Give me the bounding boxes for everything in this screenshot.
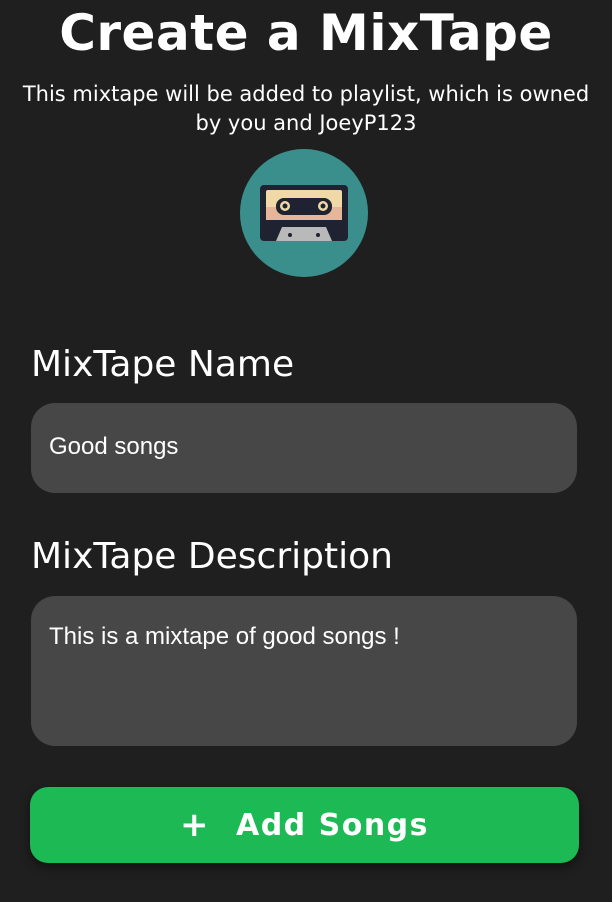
mixtape-description-input[interactable]: This is a mixtape of good songs ! — [31, 596, 577, 746]
mixtape-name-label: MixTape Name — [31, 344, 295, 385]
mixtape-avatar[interactable] — [240, 149, 368, 277]
mixtape-name-input[interactable]: Good songs — [31, 403, 577, 493]
page-title: Create a MixTape — [59, 4, 553, 62]
cassette-icon — [260, 185, 348, 241]
add-songs-label: Add Songs — [235, 807, 430, 843]
mixtape-description-label: MixTape Description — [31, 536, 393, 577]
page-subtitle: This mixtape will be added to playlist, … — [22, 82, 590, 135]
plus-icon: + — [179, 805, 210, 845]
add-songs-button[interactable]: + Add Songs — [30, 787, 579, 863]
